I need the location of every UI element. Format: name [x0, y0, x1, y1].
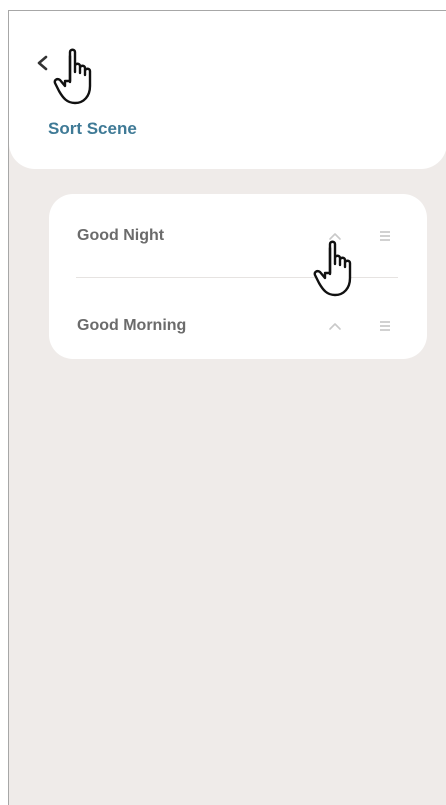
scene-row: Good Morning: [49, 286, 427, 366]
page-title: Sort Scene: [48, 119, 137, 138]
row-divider: [76, 277, 398, 278]
drag-handle-icon: [380, 321, 390, 331]
move-up-button[interactable]: [323, 224, 347, 248]
drag-handle-icon: [380, 231, 390, 241]
drag-handle[interactable]: [373, 314, 397, 338]
chevron-up-icon: [329, 323, 341, 330]
scene-name: Good Night: [77, 227, 165, 244]
scene-row: Good Night: [49, 196, 427, 276]
header-panel: Sort Scene: [9, 11, 446, 169]
chevron-left-icon: [37, 55, 48, 71]
app-screen: Sort Scene Good Night Good Morning: [8, 10, 446, 805]
back-button[interactable]: [31, 51, 55, 75]
drag-handle[interactable]: [373, 224, 397, 248]
chevron-up-icon: [329, 233, 341, 240]
scene-name: Good Morning: [77, 317, 187, 334]
move-up-button[interactable]: [323, 314, 347, 338]
scene-list: Good Night Good Morning: [49, 194, 427, 359]
